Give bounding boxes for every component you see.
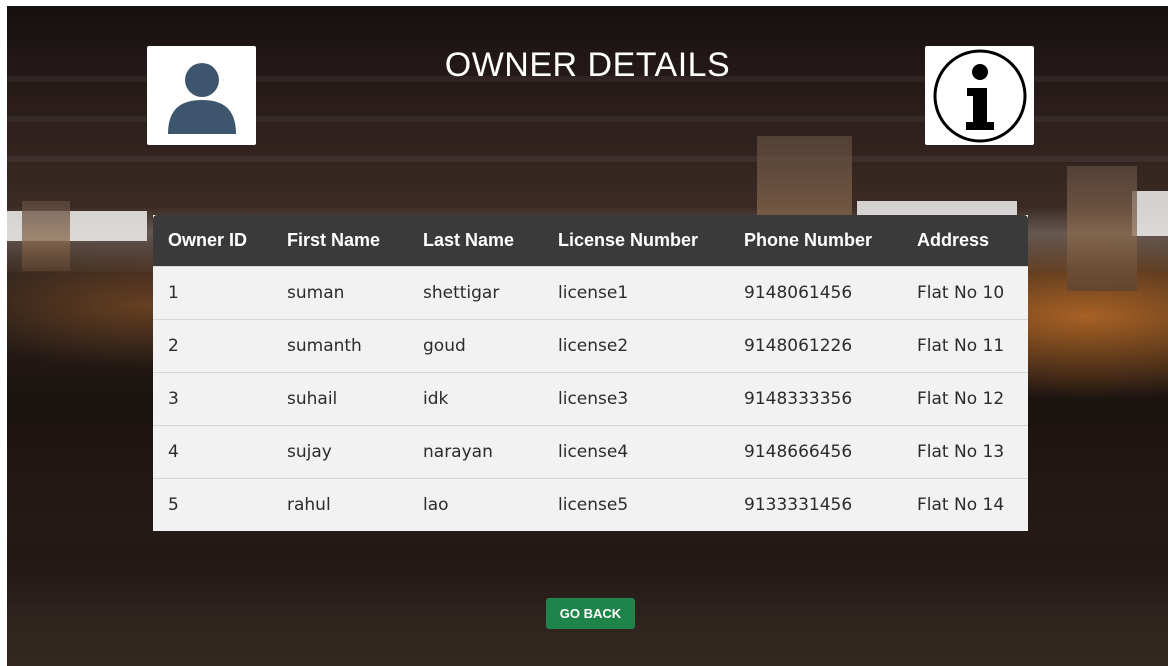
column-header-license-number: License Number (543, 215, 729, 267)
column-header-last-name: Last Name (408, 215, 543, 267)
info-icon-box[interactable] (925, 46, 1034, 145)
table-row: 5 rahul lao license5 9133331456 Flat No … (153, 478, 1028, 531)
cell-address: Flat No 11 (902, 319, 1028, 373)
cell-owner-id: 5 (153, 478, 272, 531)
cell-license-number: license3 (543, 372, 729, 426)
column-header-address: Address (902, 215, 1028, 267)
cell-address: Flat No 12 (902, 372, 1028, 426)
cell-phone-number: 9133331456 (729, 478, 902, 531)
cell-license-number: license4 (543, 425, 729, 479)
cell-first-name: sumanth (272, 319, 408, 373)
cell-first-name: suhail (272, 372, 408, 426)
cell-owner-id: 2 (153, 319, 272, 373)
column-header-first-name: First Name (272, 215, 408, 267)
owner-table: Owner ID First Name Last Name License Nu… (153, 215, 1028, 531)
window-opening (1132, 191, 1168, 236)
table-row: 4 sujay narayan license4 9148666456 Flat… (153, 425, 1028, 479)
cell-address: Flat No 13 (902, 425, 1028, 479)
cell-license-number: license2 (543, 319, 729, 373)
table-row: 1 suman shettigar license1 9148061456 Fl… (153, 266, 1028, 320)
column-header-owner-id: Owner ID (153, 215, 272, 267)
cell-owner-id: 1 (153, 266, 272, 320)
cell-last-name: goud (408, 319, 543, 373)
cell-last-name: idk (408, 372, 543, 426)
cell-last-name: shettigar (408, 266, 543, 320)
cell-owner-id: 4 (153, 425, 272, 479)
owner-table-container: Owner ID First Name Last Name License Nu… (153, 215, 1028, 531)
cell-license-number: license5 (543, 478, 729, 531)
go-back-button[interactable]: GO BACK (546, 598, 635, 629)
background-parking-image: OWNER DETAILS Owner ID First Name Last N… (7, 6, 1168, 666)
table-header-row: Owner ID First Name Last Name License Nu… (153, 215, 1028, 267)
cell-first-name: suman (272, 266, 408, 320)
table-row: 2 sumanth goud license2 9148061226 Flat … (153, 319, 1028, 373)
cell-first-name: sujay (272, 425, 408, 479)
cell-phone-number: 9148333356 (729, 372, 902, 426)
cell-owner-id: 3 (153, 372, 272, 426)
ceiling-beam (7, 156, 1168, 162)
table-row: 3 suhail idk license3 9148333356 Flat No… (153, 372, 1028, 426)
cell-address: Flat No 14 (902, 478, 1028, 531)
cell-phone-number: 9148061226 (729, 319, 902, 373)
info-icon[interactable] (932, 48, 1028, 144)
cell-address: Flat No 10 (902, 266, 1028, 320)
cell-phone-number: 9148666456 (729, 425, 902, 479)
pillar (22, 201, 70, 271)
column-header-phone-number: Phone Number (729, 215, 902, 267)
pillar (1067, 166, 1137, 291)
cell-license-number: license1 (543, 266, 729, 320)
cell-last-name: lao (408, 478, 543, 531)
cell-phone-number: 9148061456 (729, 266, 902, 320)
cell-first-name: rahul (272, 478, 408, 531)
cell-last-name: narayan (408, 425, 543, 479)
